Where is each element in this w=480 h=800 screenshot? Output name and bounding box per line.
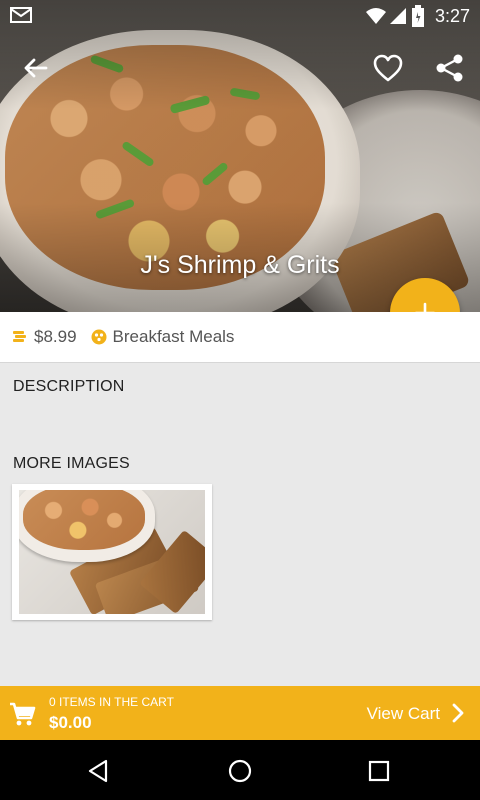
view-cart-button[interactable]: View Cart xyxy=(367,704,440,724)
heart-outline-icon[interactable] xyxy=(370,50,406,86)
system-nav-bar xyxy=(0,740,480,800)
wifi-icon xyxy=(366,8,386,24)
nav-recents-icon[interactable] xyxy=(366,758,392,784)
item-title: J's Shrimp & Grits xyxy=(140,251,340,279)
cart-item-count: 0 ITEMS IN THE CART xyxy=(49,695,174,709)
cart-bar[interactable]: 0 ITEMS IN THE CART $0.00 View Cart xyxy=(0,686,480,740)
nav-home-icon[interactable] xyxy=(227,758,253,784)
category-group: Breakfast Meals xyxy=(91,327,235,347)
item-info-row: $8.99 Breakfast Meals xyxy=(0,312,480,363)
coins-icon xyxy=(13,331,26,342)
more-image-thumbnail[interactable] xyxy=(12,484,212,620)
share-icon[interactable] xyxy=(432,50,468,86)
price-group: $8.99 xyxy=(12,327,77,347)
category-icon xyxy=(91,329,107,345)
chevron-right-icon[interactable] xyxy=(448,702,468,724)
nav-back-icon[interactable] xyxy=(86,758,112,784)
item-price: $8.99 xyxy=(34,327,77,346)
cart-total: $0.00 xyxy=(49,713,92,732)
thumb-food xyxy=(23,490,145,550)
shopping-cart-icon xyxy=(10,702,36,726)
gmail-icon xyxy=(10,7,32,23)
description-label: DESCRIPTION xyxy=(13,378,125,395)
battery-icon xyxy=(412,5,424,27)
item-category: Breakfast Meals xyxy=(112,327,235,346)
status-bar: 3:27 xyxy=(0,0,480,32)
thumbnail-image xyxy=(19,490,205,614)
status-time: 3:27 xyxy=(434,6,470,26)
back-arrow-icon[interactable] xyxy=(18,50,54,86)
more-images-label: MORE IMAGES xyxy=(13,455,130,472)
signal-icon xyxy=(390,8,406,24)
